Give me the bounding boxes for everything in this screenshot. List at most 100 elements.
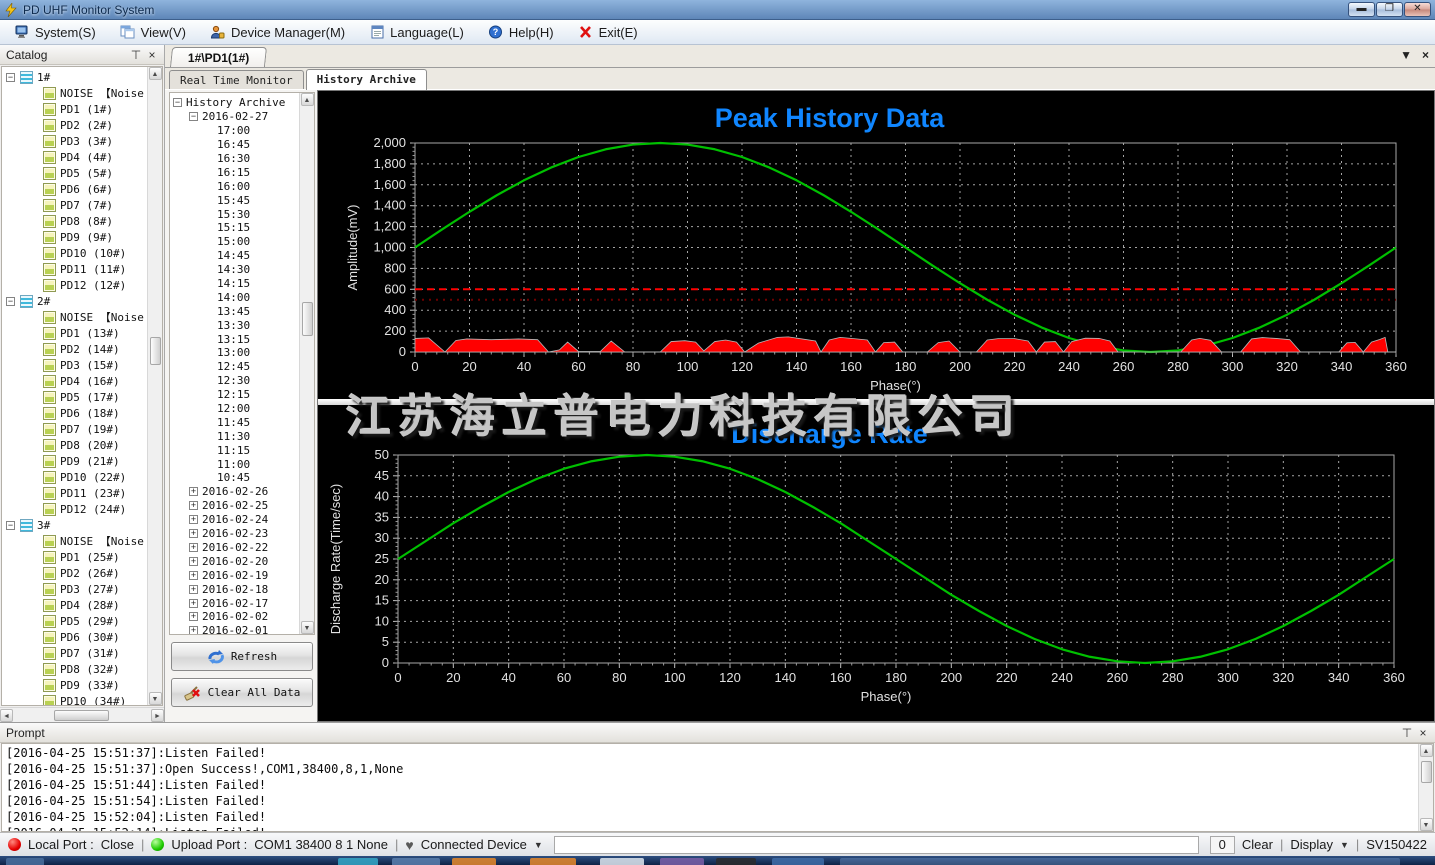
windows-taskbar-strip[interactable]	[0, 856, 1435, 865]
catalog-item[interactable]: PD3 (3#)	[6, 133, 147, 149]
catalog-item[interactable]: NOISE 【Noise C	[6, 85, 147, 101]
history-date-node[interactable]: +2016-02-25	[173, 499, 299, 513]
history-time-node[interactable]: 11:00	[173, 457, 299, 471]
catalog-item[interactable]: PD10 (22#)	[6, 469, 147, 485]
history-time-node[interactable]: 15:00	[173, 235, 299, 249]
display-menu-button[interactable]: Display	[1290, 837, 1333, 852]
menu-system-s[interactable]: System(S)	[6, 22, 108, 42]
history-root-node[interactable]: − History Archive	[173, 96, 299, 110]
history-date-node[interactable]: +2016-02-26	[173, 485, 299, 499]
catalog-item[interactable]: PD6 (18#)	[6, 405, 147, 421]
history-time-node[interactable]: 12:45	[173, 360, 299, 374]
close-button[interactable]: ✕	[1404, 2, 1431, 17]
catalog-item[interactable]: PD9 (33#)	[6, 677, 147, 693]
history-time-node[interactable]: 16:15	[173, 165, 299, 179]
catalog-item[interactable]: PD11 (11#)	[6, 261, 147, 277]
catalog-item[interactable]: PD7 (31#)	[6, 645, 147, 661]
history-date-node[interactable]: −2016-02-27	[173, 110, 299, 124]
catalog-item[interactable]: NOISE 【Noise C	[6, 533, 147, 549]
tab-history-archive[interactable]: History Archive	[305, 69, 427, 90]
restore-button[interactable]: ❐	[1376, 2, 1403, 17]
catalog-item[interactable]: PD1 (25#)	[6, 549, 147, 565]
menu-language-l[interactable]: Language(L)	[361, 22, 476, 42]
refresh-button[interactable]: Refresh	[171, 642, 313, 671]
catalog-item[interactable]: PD8 (20#)	[6, 437, 147, 453]
history-time-node[interactable]: 16:00	[173, 179, 299, 193]
minimize-button[interactable]: ▬	[1348, 2, 1375, 17]
history-time-node[interactable]: 14:00	[173, 290, 299, 304]
catalog-item[interactable]: PD4 (28#)	[6, 597, 147, 613]
history-time-node[interactable]: 11:30	[173, 429, 299, 443]
pin-icon[interactable]: ⊤	[128, 48, 144, 62]
prompt-vscrollbar[interactable]: ▲ ▼	[1418, 744, 1433, 831]
display-dropdown-icon[interactable]: ▼	[1340, 840, 1349, 850]
menu-help-h[interactable]: ? Help(H)	[480, 22, 566, 42]
prompt-pin-icon[interactable]: ⊤	[1399, 726, 1415, 740]
catalog-item[interactable]: PD10 (10#)	[6, 245, 147, 261]
history-date-node[interactable]: +2016-02-17	[173, 596, 299, 610]
catalog-item[interactable]: PD2 (14#)	[6, 341, 147, 357]
catalog-item[interactable]: PD10 (34#)	[6, 693, 147, 705]
catalog-item[interactable]: PD3 (15#)	[6, 357, 147, 373]
catalog-item[interactable]: PD9 (21#)	[6, 453, 147, 469]
catalog-hscrollbar[interactable]: ◄ ►	[0, 707, 164, 722]
catalog-group-1#[interactable]: −1#	[6, 69, 147, 85]
catalog-item[interactable]: PD4 (4#)	[6, 149, 147, 165]
prompt-close-icon[interactable]: ×	[1415, 726, 1431, 740]
history-time-node[interactable]: 14:45	[173, 249, 299, 263]
tab-list-dropdown-icon[interactable]: ▼	[1400, 48, 1412, 62]
history-time-node[interactable]: 15:15	[173, 221, 299, 235]
clear-all-data-button[interactable]: Clear All Data	[171, 678, 313, 707]
history-time-node[interactable]: 12:15	[173, 388, 299, 402]
history-vscrollbar[interactable]: ▲ ▼	[299, 93, 314, 634]
history-time-node[interactable]: 14:15	[173, 277, 299, 291]
history-date-node[interactable]: +2016-02-19	[173, 568, 299, 582]
catalog-item[interactable]: PD8 (8#)	[6, 213, 147, 229]
catalog-item[interactable]: PD12 (12#)	[6, 277, 147, 293]
history-time-node[interactable]: 13:15	[173, 332, 299, 346]
tab-real-time-monitor[interactable]: Real Time Monitor	[169, 70, 304, 89]
catalog-item[interactable]: PD6 (30#)	[6, 629, 147, 645]
catalog-item[interactable]: PD7 (7#)	[6, 197, 147, 213]
history-time-node[interactable]: 13:30	[173, 318, 299, 332]
catalog-item[interactable]: PD5 (5#)	[6, 165, 147, 181]
history-date-node[interactable]: +2016-02-23	[173, 527, 299, 541]
catalog-item[interactable]: PD2 (2#)	[6, 117, 147, 133]
history-date-node[interactable]: +2016-02-22	[173, 541, 299, 555]
history-time-node[interactable]: 14:30	[173, 263, 299, 277]
history-time-node[interactable]: 16:30	[173, 152, 299, 166]
catalog-item[interactable]: PD2 (26#)	[6, 565, 147, 581]
catalog-item[interactable]: PD9 (9#)	[6, 229, 147, 245]
history-date-node[interactable]: +2016-02-02	[173, 610, 299, 624]
clear-counter-button[interactable]: Clear	[1242, 837, 1273, 852]
catalog-item[interactable]: PD6 (6#)	[6, 181, 147, 197]
catalog-item[interactable]: PD4 (16#)	[6, 373, 147, 389]
menu-view-v[interactable]: View(V)	[112, 22, 198, 42]
history-date-node[interactable]: +2016-02-01	[173, 624, 299, 634]
catalog-group-2#[interactable]: −2#	[6, 293, 147, 309]
history-time-node[interactable]: 15:45	[173, 193, 299, 207]
history-date-node[interactable]: +2016-02-24	[173, 513, 299, 527]
catalog-item[interactable]: PD12 (24#)	[6, 501, 147, 517]
history-time-node[interactable]: 13:00	[173, 346, 299, 360]
connected-device-dropdown-icon[interactable]: ▼	[534, 840, 543, 850]
connected-device-label[interactable]: Connected Device	[421, 837, 527, 852]
catalog-item[interactable]: PD3 (27#)	[6, 581, 147, 597]
history-time-node[interactable]: 10:45	[173, 471, 299, 485]
catalog-item[interactable]: PD5 (17#)	[6, 389, 147, 405]
document-tab[interactable]: 1#\PD1(1#)	[169, 47, 268, 67]
history-time-node[interactable]: 11:15	[173, 443, 299, 457]
menu-exit-e[interactable]: Exit(E)	[570, 22, 650, 42]
catalog-item[interactable]: PD7 (19#)	[6, 421, 147, 437]
history-time-node[interactable]: 13:45	[173, 304, 299, 318]
catalog-item[interactable]: PD5 (29#)	[6, 613, 147, 629]
tab-close-icon[interactable]: ×	[1422, 48, 1429, 62]
history-time-node[interactable]: 11:45	[173, 415, 299, 429]
history-time-node[interactable]: 15:30	[173, 207, 299, 221]
menu-device-manager-m[interactable]: Device Manager(M)	[202, 22, 357, 42]
history-date-node[interactable]: +2016-02-18	[173, 582, 299, 596]
close-catalog-icon[interactable]: ×	[144, 48, 160, 62]
catalog-item[interactable]: PD8 (32#)	[6, 661, 147, 677]
history-time-node[interactable]: 17:00	[173, 124, 299, 138]
catalog-vscrollbar[interactable]: ▲ ▼	[147, 67, 162, 705]
